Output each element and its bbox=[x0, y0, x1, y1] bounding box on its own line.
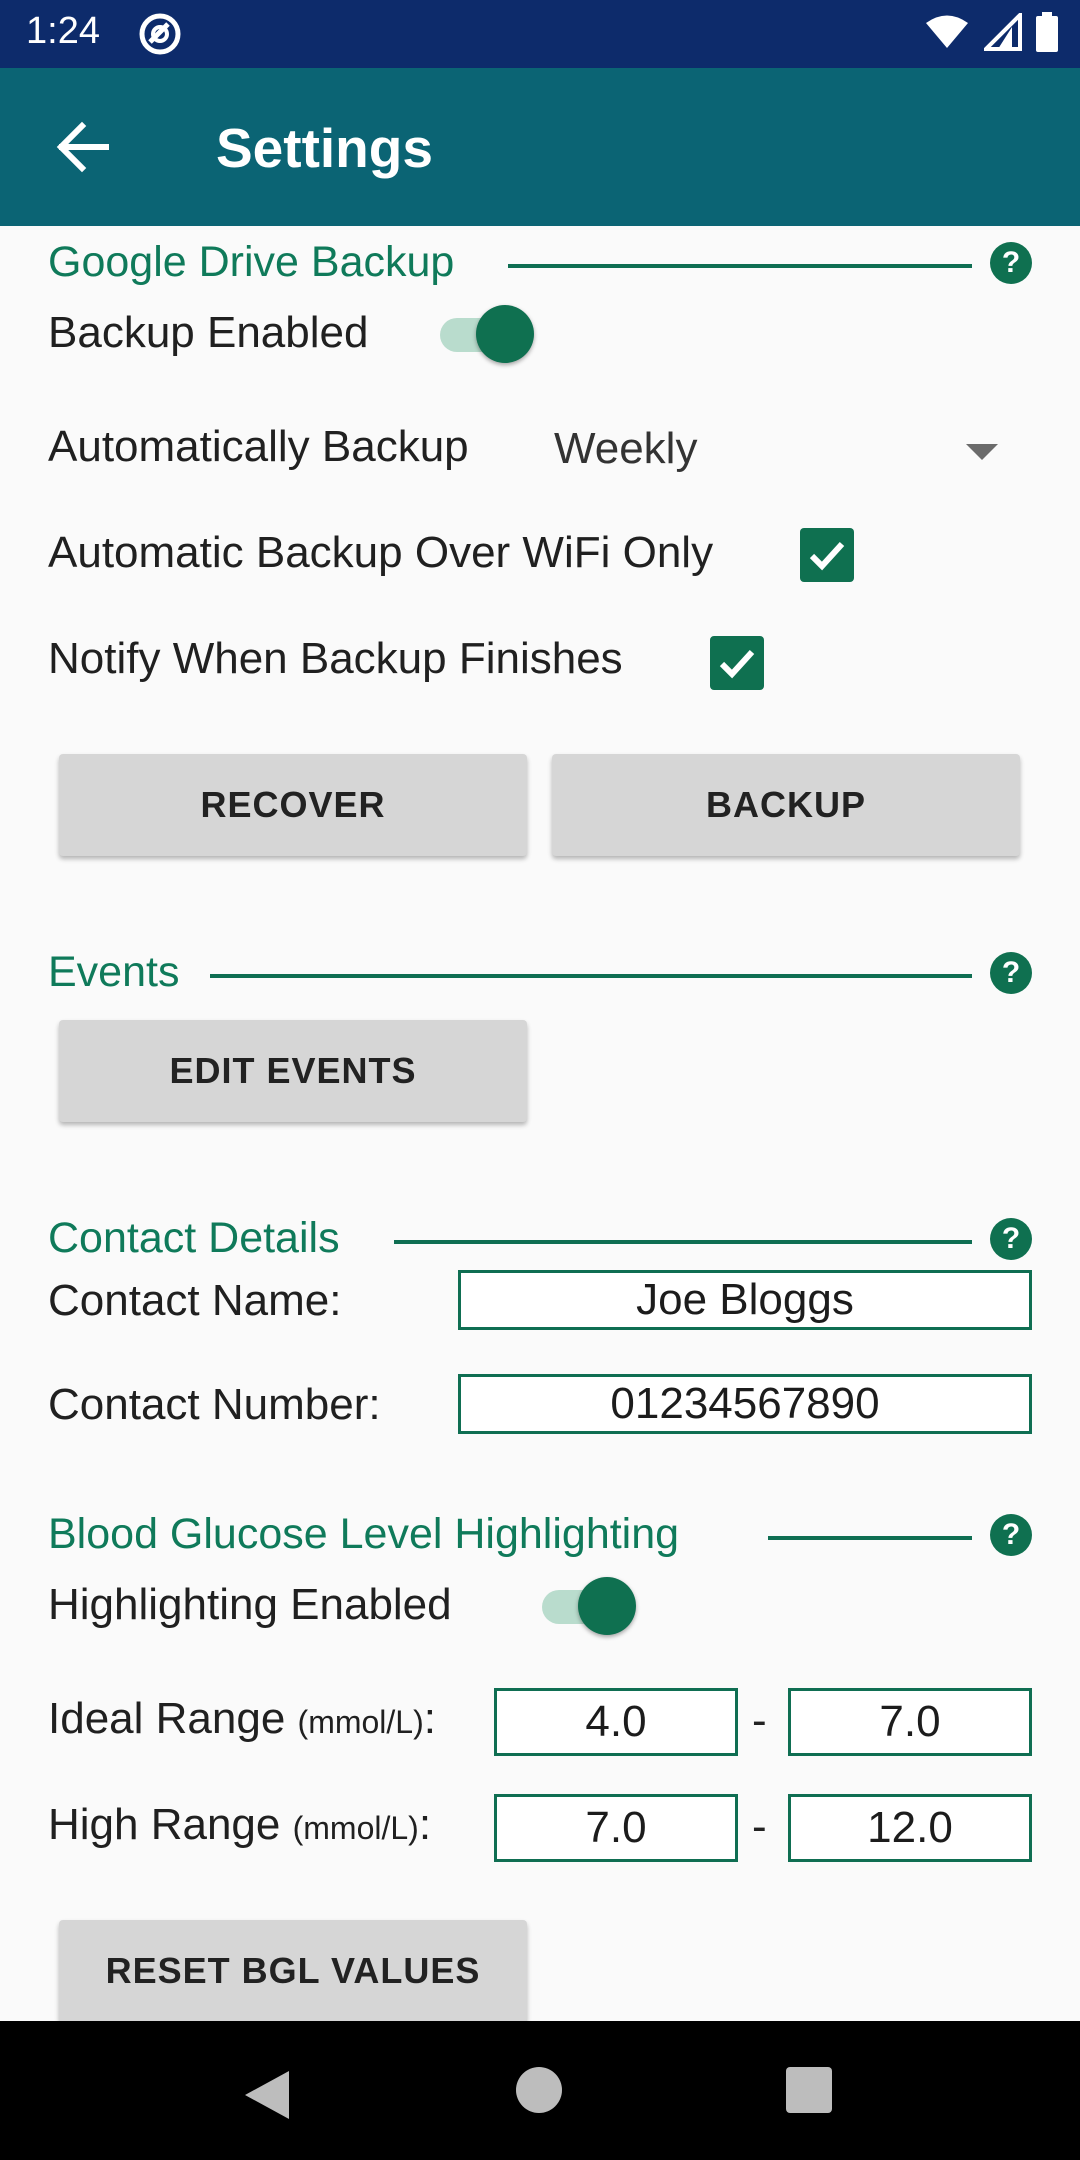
backup-enabled-toggle[interactable] bbox=[434, 302, 534, 363]
range-separator: - bbox=[752, 1802, 767, 1851]
dropdown-arrow-icon[interactable] bbox=[966, 444, 998, 460]
range-separator: - bbox=[752, 1696, 767, 1745]
highlighting-enabled-label: Highlighting Enabled bbox=[48, 1580, 452, 1629]
help-icon[interactable]: ? bbox=[990, 242, 1032, 284]
wifi-only-checkbox[interactable] bbox=[800, 528, 854, 582]
page-title: Settings bbox=[216, 117, 433, 179]
notify-checkbox[interactable] bbox=[710, 636, 764, 690]
settings-content[interactable]: Google Drive Backup ? Backup Enabled Aut… bbox=[0, 226, 1080, 2021]
high-range-label: High Range (mmol/L): bbox=[48, 1800, 432, 1849]
back-arrow-icon[interactable] bbox=[50, 112, 120, 182]
section-header-contact: Contact Details ? bbox=[48, 1214, 1032, 1274]
section-divider bbox=[768, 1536, 972, 1540]
toggle-thumb bbox=[578, 1577, 636, 1635]
high-range-unit: (mmol/L) bbox=[292, 1810, 419, 1846]
section-header-google-drive: Google Drive Backup ? bbox=[48, 238, 1032, 298]
status-icons bbox=[924, 10, 1058, 57]
backup-button[interactable]: BACKUP bbox=[552, 754, 1020, 856]
section-title: Contact Details bbox=[48, 1214, 340, 1262]
auto-backup-select[interactable]: Weekly bbox=[554, 424, 697, 474]
section-title: Google Drive Backup bbox=[48, 238, 455, 286]
high-range-high-field[interactable]: 12.0 bbox=[788, 1794, 1032, 1862]
help-icon[interactable]: ? bbox=[990, 952, 1032, 994]
wifi-only-label: Automatic Backup Over WiFi Only bbox=[48, 528, 714, 577]
wifi-icon bbox=[924, 14, 970, 55]
ideal-range-unit: (mmol/L) bbox=[297, 1704, 424, 1740]
contact-number-field[interactable]: 01234567890 bbox=[458, 1374, 1032, 1434]
signal-icon bbox=[981, 10, 1022, 56]
ideal-range-high-field[interactable]: 7.0 bbox=[788, 1688, 1032, 1756]
section-divider bbox=[394, 1240, 972, 1244]
nav-back-icon[interactable] bbox=[245, 2071, 289, 2124]
recover-button[interactable]: RECOVER bbox=[59, 754, 527, 856]
status-time: 1:24 bbox=[26, 10, 100, 52]
section-header-events: Events ? bbox=[48, 948, 1032, 1008]
battery-icon bbox=[1036, 12, 1058, 57]
toggle-thumb bbox=[476, 305, 534, 363]
contact-number-label: Contact Number: bbox=[48, 1380, 381, 1429]
help-icon[interactable]: ? bbox=[990, 1514, 1032, 1556]
high-range-low-field[interactable]: 7.0 bbox=[494, 1794, 738, 1862]
contact-name-label: Contact Name: bbox=[48, 1276, 342, 1325]
status-bar: 1:24 bbox=[0, 0, 1080, 68]
section-title: Events bbox=[48, 948, 180, 996]
ideal-range-text: Ideal Range bbox=[48, 1694, 286, 1743]
auto-backup-label: Automatically Backup bbox=[48, 422, 469, 471]
edit-events-button[interactable]: EDIT EVENTS bbox=[59, 1020, 527, 1122]
nav-recents-icon[interactable] bbox=[786, 2067, 832, 2113]
section-divider bbox=[508, 264, 972, 268]
reset-bgl-button[interactable]: RESET BGL VALUES bbox=[59, 1920, 527, 2021]
do-not-disturb-icon bbox=[138, 12, 182, 61]
app-bar: Settings bbox=[0, 68, 1080, 226]
navigation-bar bbox=[0, 2021, 1080, 2160]
section-divider bbox=[210, 974, 972, 978]
ideal-range-label: Ideal Range (mmol/L): bbox=[48, 1694, 436, 1743]
section-title: Blood Glucose Level Highlighting bbox=[48, 1510, 680, 1558]
ideal-range-low-field[interactable]: 4.0 bbox=[494, 1688, 738, 1756]
help-icon[interactable]: ? bbox=[990, 1218, 1032, 1260]
nav-home-icon[interactable] bbox=[516, 2067, 562, 2113]
section-header-bgl: Blood Glucose Level Highlighting ? bbox=[48, 1510, 1032, 1570]
backup-enabled-label: Backup Enabled bbox=[48, 308, 369, 357]
highlighting-enabled-toggle[interactable] bbox=[536, 1574, 636, 1635]
high-range-text: High Range bbox=[48, 1800, 281, 1849]
notify-label: Notify When Backup Finishes bbox=[48, 634, 623, 683]
contact-name-field[interactable]: Joe Bloggs bbox=[458, 1270, 1032, 1330]
